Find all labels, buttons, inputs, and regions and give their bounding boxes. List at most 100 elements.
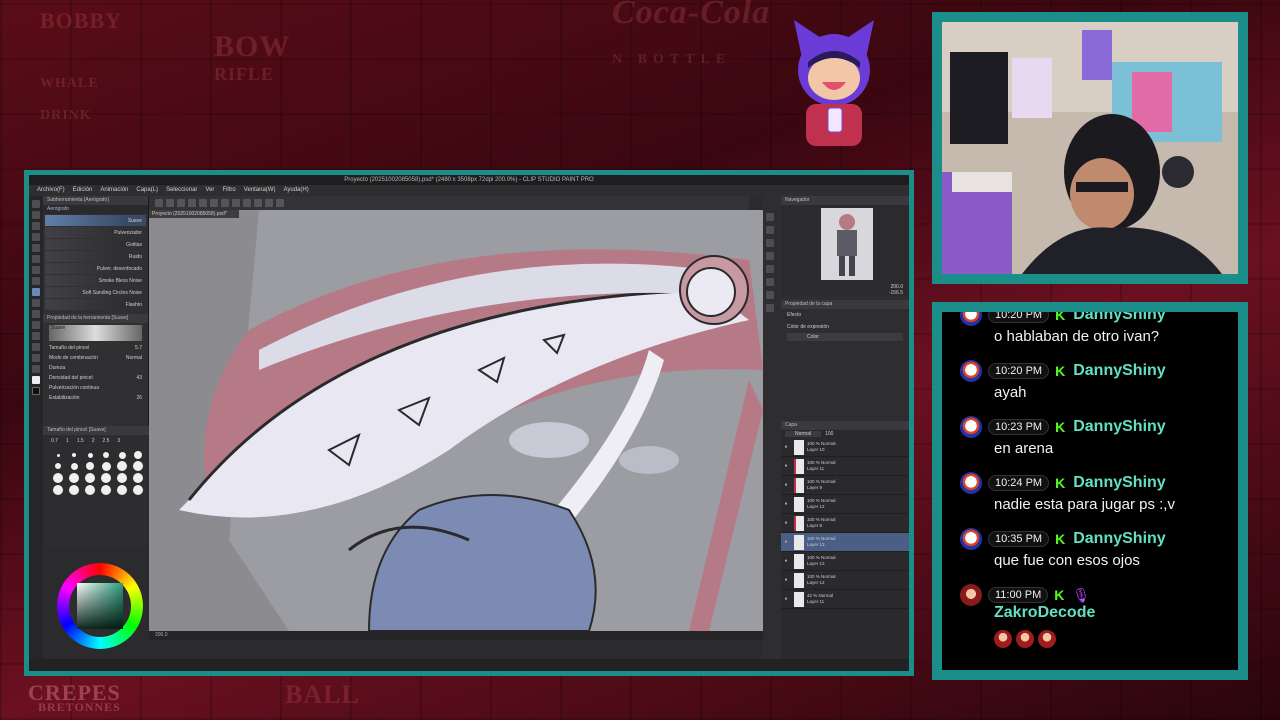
info-icon[interactable] (766, 239, 774, 247)
layer-row[interactable]: ● 100 % Normal Layer 9 (781, 476, 909, 495)
size-dot[interactable] (134, 451, 142, 459)
snap-grid-icon[interactable] (265, 199, 273, 207)
eye-icon[interactable]: ● (781, 501, 791, 507)
text-tool-icon[interactable] (32, 354, 40, 362)
deselect-icon[interactable] (232, 199, 240, 207)
size-dot[interactable] (72, 453, 76, 457)
eye-icon[interactable]: ● (781, 558, 791, 564)
brush-soft-sanding[interactable]: Soft Sanding Circles Noise (45, 287, 146, 298)
expression-color-select[interactable]: Color (787, 333, 903, 341)
ruler-tool-icon[interactable] (32, 365, 40, 373)
navigator-thumbnail[interactable] (821, 208, 873, 280)
username[interactable]: DannyShiny (1073, 362, 1165, 380)
brush-suave[interactable]: Suave (45, 215, 146, 226)
layer-row[interactable]: ● 100 % Normal Layer 12 (781, 571, 909, 590)
save-icon[interactable] (177, 199, 185, 207)
transform-icon[interactable] (221, 199, 229, 207)
color-wheel[interactable] (57, 563, 143, 649)
menu-seleccionar[interactable]: Seleccionar (166, 185, 197, 196)
menu-edicion[interactable]: Edición (73, 185, 93, 196)
zoom-tool-icon[interactable] (32, 200, 40, 208)
snap-ruler-icon[interactable] (254, 199, 262, 207)
navigator-angle[interactable]: -156.5 (889, 290, 903, 296)
size-dot[interactable] (85, 473, 95, 483)
prop-hardness[interactable]: Dureza (43, 363, 148, 373)
user-avatar[interactable] (960, 416, 982, 438)
drawing-canvas[interactable] (149, 210, 763, 631)
size-dot[interactable] (117, 485, 127, 495)
layer-row[interactable]: ● 100 % Normal Layer 13 (781, 533, 909, 552)
new-file-icon[interactable] (155, 199, 163, 207)
prop-brush-size[interactable]: Tamaño del pincel 5.7 (43, 343, 148, 353)
user-avatar[interactable] (960, 472, 982, 494)
user-avatar[interactable] (960, 360, 982, 382)
size-dot[interactable] (101, 473, 111, 483)
size-dot[interactable] (69, 485, 79, 495)
subtool-tab[interactable]: Aerógrafo (43, 205, 148, 214)
size-dot[interactable] (55, 463, 61, 469)
size-dot[interactable] (133, 485, 143, 495)
menu-animacion[interactable]: Animación (100, 185, 128, 196)
pen-tool-icon[interactable] (32, 255, 40, 263)
gradient-tool-icon[interactable] (32, 332, 40, 340)
eraser-tool-icon[interactable] (32, 299, 40, 307)
size-dot[interactable] (103, 452, 109, 458)
sub-color-swatch[interactable] (32, 387, 40, 395)
brush-smoke-bless-noise[interactable]: Smoke Bless Noise (45, 275, 146, 286)
figure-tool-icon[interactable] (32, 343, 40, 351)
size-dot[interactable] (69, 473, 79, 483)
brush-tool-icon[interactable] (32, 277, 40, 285)
brush-ruido[interactable]: Ruido (45, 251, 146, 262)
brush-pulverizador[interactable]: Pulverizador (45, 227, 146, 238)
menu-ayuda[interactable]: Ayuda(H) (283, 185, 308, 196)
prop-density[interactable]: Densidad del pincel 43 (43, 373, 148, 383)
menu-filtro[interactable]: Filtro (222, 185, 235, 196)
eye-icon[interactable]: ● (781, 482, 791, 488)
layer-row[interactable]: ● 100 % Normal Layer 13 (781, 552, 909, 571)
blend-tool-icon[interactable] (32, 310, 40, 318)
pencil-tool-icon[interactable] (32, 266, 40, 274)
size-dot[interactable] (117, 461, 127, 471)
size-dot[interactable] (133, 473, 143, 483)
search-layer-icon[interactable] (766, 278, 774, 286)
menu-archivo[interactable]: Archivo(F) (37, 185, 65, 196)
size-dot[interactable] (56, 453, 60, 457)
size-dot[interactable] (101, 461, 111, 471)
eyedropper-tool-icon[interactable] (32, 244, 40, 252)
layer-row[interactable]: ● 100 % Normal Layer 10 (781, 438, 909, 457)
brush-flashto[interactable]: Flashto (45, 299, 146, 310)
eye-icon[interactable]: ● (781, 463, 791, 469)
size-dot[interactable] (53, 473, 63, 483)
prop-stabilization[interactable]: Estabilización 26 (43, 393, 148, 403)
color-set-icon[interactable] (766, 304, 774, 312)
user-avatar[interactable] (960, 312, 982, 326)
layer-row[interactable]: ● 42 % Normal Layer 11 (781, 590, 909, 609)
lasso-tool-icon[interactable] (32, 233, 40, 241)
size-dot[interactable] (53, 485, 63, 495)
layer-blend-select[interactable]: Normal (785, 431, 822, 437)
size-dot[interactable] (101, 485, 111, 495)
size-dot[interactable] (85, 485, 95, 495)
layer-opacity-value[interactable]: 100 (825, 431, 833, 437)
select-tool-icon[interactable] (32, 222, 40, 230)
redo-icon[interactable] (199, 199, 207, 207)
prop-continuous-spray[interactable]: Pulverización continua (43, 383, 148, 393)
size-dot[interactable] (133, 461, 143, 471)
menu-capa[interactable]: Capa(L) (136, 185, 158, 196)
eye-icon[interactable]: ● (781, 444, 791, 450)
layer-row[interactable]: ● 100 % Normal Layer 11 (781, 457, 909, 476)
menu-ventana[interactable]: Ventana(W) (244, 185, 276, 196)
username[interactable]: ZakroDecode (994, 604, 1230, 622)
eye-icon[interactable]: ● (781, 596, 791, 602)
username[interactable]: DannyShiny (1073, 418, 1165, 436)
eye-icon[interactable]: ● (781, 577, 791, 583)
size-dot[interactable] (117, 473, 127, 483)
layer-row[interactable]: ● 100 % Normal Layer 12 (781, 495, 909, 514)
username[interactable]: DannyShiny (1073, 530, 1165, 548)
sub-view-icon[interactable] (766, 226, 774, 234)
color-saturation-square[interactable] (77, 583, 123, 629)
username[interactable]: DannyShiny (1073, 474, 1165, 492)
history-icon[interactable] (766, 252, 774, 260)
menu-ver[interactable]: Ver (205, 185, 214, 196)
eye-icon[interactable]: ● (781, 520, 791, 526)
